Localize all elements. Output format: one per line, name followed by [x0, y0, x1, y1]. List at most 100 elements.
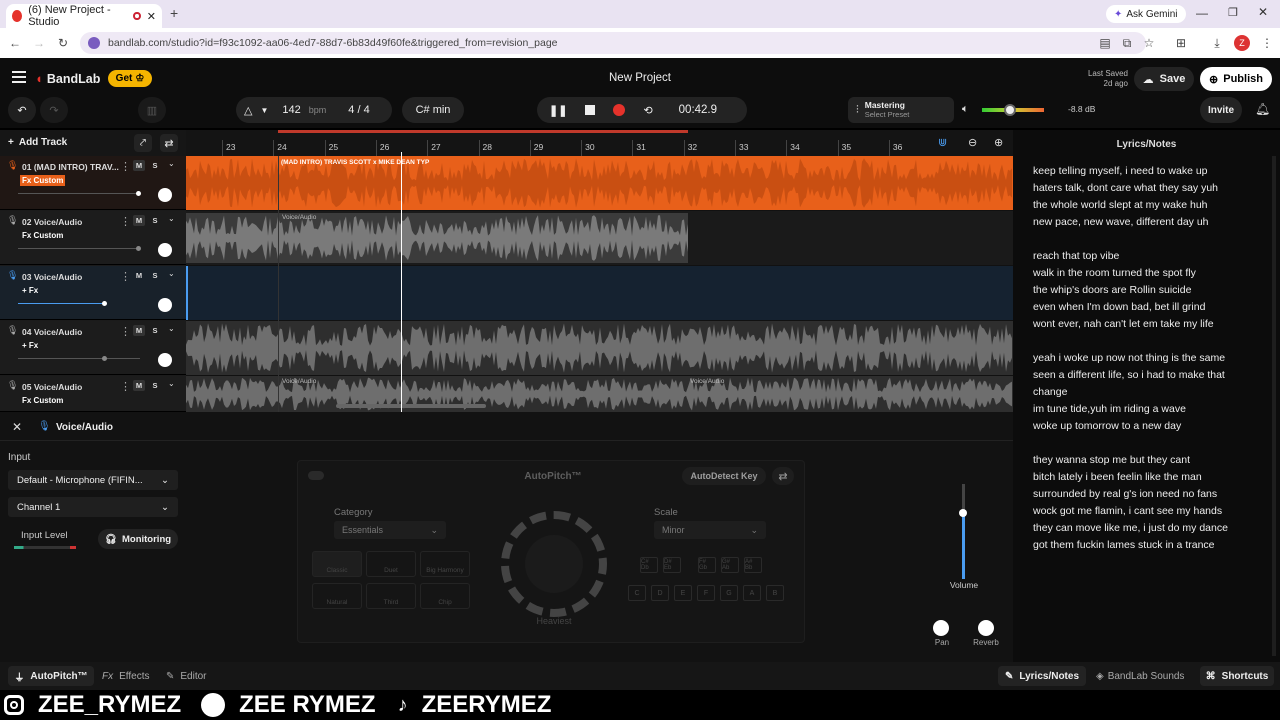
track-row[interactable]: 🎙︎ 02 Voice/Audio ⋮ M S ⌄ Fx Custom: [0, 211, 186, 265]
pan-knob[interactable]: [158, 243, 172, 257]
scale-key-button[interactable]: E: [674, 585, 692, 601]
bandlab-logo[interactable]: ◖ BandLab: [35, 71, 100, 86]
chevron-down-icon[interactable]: ⌄: [168, 324, 175, 333]
forward-icon[interactable]: →: [30, 34, 48, 52]
tempo-control[interactable]: △ ▼ 142 bpm 4 / 4: [236, 97, 392, 123]
notification-bell-icon[interactable]: 🔔︎: [1255, 102, 1270, 116]
scale-key-button[interactable]: F# Gb: [698, 557, 716, 573]
scale-key-button[interactable]: G# Ab: [721, 557, 739, 573]
lane-row-selected[interactable]: [186, 266, 1013, 320]
project-title[interactable]: New Project: [540, 72, 740, 84]
lane-row[interactable]: Voice/Audio: [186, 211, 1013, 265]
stop-icon[interactable]: [585, 105, 596, 115]
track-menu-icon[interactable]: ⋮: [120, 380, 131, 393]
scale-key-button[interactable]: G: [720, 585, 738, 601]
tab-autopitch[interactable]: ⏚ AutoPitch™: [8, 666, 94, 686]
track-menu-icon[interactable]: ⋮: [120, 325, 131, 338]
back-icon[interactable]: ←: [6, 34, 24, 52]
master-volume-slider[interactable]: [982, 104, 1044, 116]
keyboard-icon[interactable]: ▥: [138, 97, 166, 123]
tab-lyrics-notes[interactable]: ✎ Lyrics/Notes: [998, 666, 1086, 686]
preset-natural-button[interactable]: Natural: [312, 583, 362, 609]
profile-avatar[interactable]: Z: [1234, 35, 1250, 51]
maximize-icon[interactable]: ❐: [1228, 6, 1238, 19]
tab-close-icon[interactable]: ✕: [147, 10, 156, 23]
publish-button[interactable]: ⊕ Publish: [1200, 67, 1272, 91]
tab-bandlab-sounds[interactable]: ◈ BandLab Sounds: [1096, 671, 1184, 682]
scale-key-button[interactable]: F: [697, 585, 715, 601]
timeline-ruler[interactable]: 23 24 25 26 27 28 29 30 31 32 33 34 35 36: [186, 130, 1013, 156]
track-volume-slider[interactable]: [18, 191, 141, 196]
mute-button[interactable]: M: [133, 380, 145, 391]
record-icon[interactable]: [613, 104, 626, 116]
track-row[interactable]: 🎙︎ 03 Voice/Audio ⋮ M S ⌄ + Fx: [0, 266, 186, 320]
playhead[interactable]: [401, 152, 402, 412]
track-menu-icon[interactable]: ⋮: [120, 160, 131, 173]
mute-button[interactable]: M: [133, 325, 145, 336]
track-settings-icon[interactable]: ⇄: [160, 134, 178, 152]
loop-region-bar[interactable]: [278, 130, 688, 133]
new-tab-icon[interactable]: +: [170, 5, 178, 21]
clip-audio[interactable]: [186, 321, 1013, 375]
track-row[interactable]: 🎙︎ 04 Voice/Audio ⋮ M S ⌄ + Fx: [0, 321, 186, 375]
solo-button[interactable]: S: [149, 215, 161, 226]
track-row[interactable]: 🎙︎ 01 (MAD INTRO) TRAV... ⋮ M S ⌄ Fx Cus…: [0, 156, 186, 210]
automation-icon[interactable]: ⤤: [134, 134, 152, 152]
preset-chip-button[interactable]: Chip: [420, 583, 470, 609]
redo-icon[interactable]: ↷: [40, 97, 68, 123]
bookmark-star-icon[interactable]: ☆: [1140, 34, 1158, 52]
solo-button[interactable]: S: [149, 325, 161, 336]
solo-button[interactable]: S: [149, 270, 161, 281]
volume-fader[interactable]: [959, 484, 967, 579]
scale-key-button[interactable]: A# Bb: [744, 557, 762, 573]
close-panel-icon[interactable]: ✕: [12, 420, 22, 434]
category-select[interactable]: Essentials ⌄: [334, 521, 446, 539]
metronome-icon[interactable]: △: [244, 104, 252, 117]
save-button[interactable]: ☁ Save: [1134, 67, 1194, 91]
loop-icon[interactable]: ⟲: [643, 104, 652, 117]
scale-key-button[interactable]: C# Db: [640, 557, 658, 573]
track-row[interactable]: 🎙︎ 05 Voice/Audio ⋮ M S ⌄ Fx Custom: [0, 376, 186, 412]
timeline[interactable]: 23 24 25 26 27 28 29 30 31 32 33 34 35 36 ⋓ ⊖ ⊕ (MAD …: [186, 130, 1013, 412]
url-field[interactable]: bandlab.com/studio?id=f93c1092-aa06-4ed7…: [80, 32, 1146, 54]
tab-editor[interactable]: ✎ Editor: [166, 671, 207, 682]
track-menu-icon[interactable]: ⋮: [120, 215, 131, 228]
clip-audio[interactable]: Voice/Audio Voice/Audio: [186, 376, 1013, 412]
site-info-icon[interactable]: [88, 37, 100, 49]
pan-knob[interactable]: [158, 298, 172, 312]
bpm-value[interactable]: 142: [282, 104, 300, 116]
speaker-icon[interactable]: 🔈︎: [962, 103, 969, 116]
scale-key-button[interactable]: D# Eb: [663, 557, 681, 573]
browser-menu-icon[interactable]: ⋮: [1258, 34, 1276, 52]
reload-icon[interactable]: ↻: [54, 34, 72, 52]
track-volume-slider[interactable]: [18, 246, 141, 251]
key-selector[interactable]: C# min: [402, 97, 464, 123]
solo-button[interactable]: S: [149, 160, 161, 171]
autopitch-toggle[interactable]: [308, 471, 324, 480]
mute-button[interactable]: M: [133, 160, 145, 171]
clip-orange[interactable]: (MAD INTRO) TRAVIS SCOTT x MIKE DEAN TYP: [186, 156, 1013, 210]
minimize-icon[interactable]: —: [1196, 6, 1208, 20]
horizontal-scrollbar[interactable]: [336, 404, 486, 408]
autodetect-key-button[interactable]: AutoDetect Key: [682, 467, 766, 485]
scale-select[interactable]: Minor ⌄: [654, 521, 766, 539]
reader-icon[interactable]: ▤: [1096, 34, 1114, 52]
install-icon[interactable]: ⧉: [1118, 34, 1136, 52]
fx-button[interactable]: Fx Custom: [20, 395, 65, 406]
snap-magnet-icon[interactable]: ⋓: [938, 136, 947, 149]
solo-button[interactable]: S: [149, 380, 161, 391]
pan-knob[interactable]: [158, 188, 172, 202]
extensions-icon[interactable]: ⊞: [1172, 34, 1190, 52]
fx-button[interactable]: Fx Custom: [20, 230, 65, 241]
scale-key-button[interactable]: D: [651, 585, 669, 601]
fx-button[interactable]: Fx Custom: [20, 175, 66, 186]
time-signature[interactable]: 4 / 4: [348, 104, 369, 116]
lyrics-scrollbar[interactable]: [1272, 156, 1276, 656]
scale-key-button[interactable]: A: [743, 585, 761, 601]
zoom-in-icon[interactable]: ⊕: [994, 136, 1003, 149]
get-membership-button[interactable]: Get ♔: [108, 70, 152, 87]
mute-button[interactable]: M: [133, 215, 145, 226]
ask-gemini-button[interactable]: ✦ Ask Gemini: [1106, 5, 1186, 23]
monitoring-button[interactable]: 🎧︎ Monitoring: [98, 529, 178, 549]
fx-button[interactable]: + Fx: [20, 285, 40, 296]
